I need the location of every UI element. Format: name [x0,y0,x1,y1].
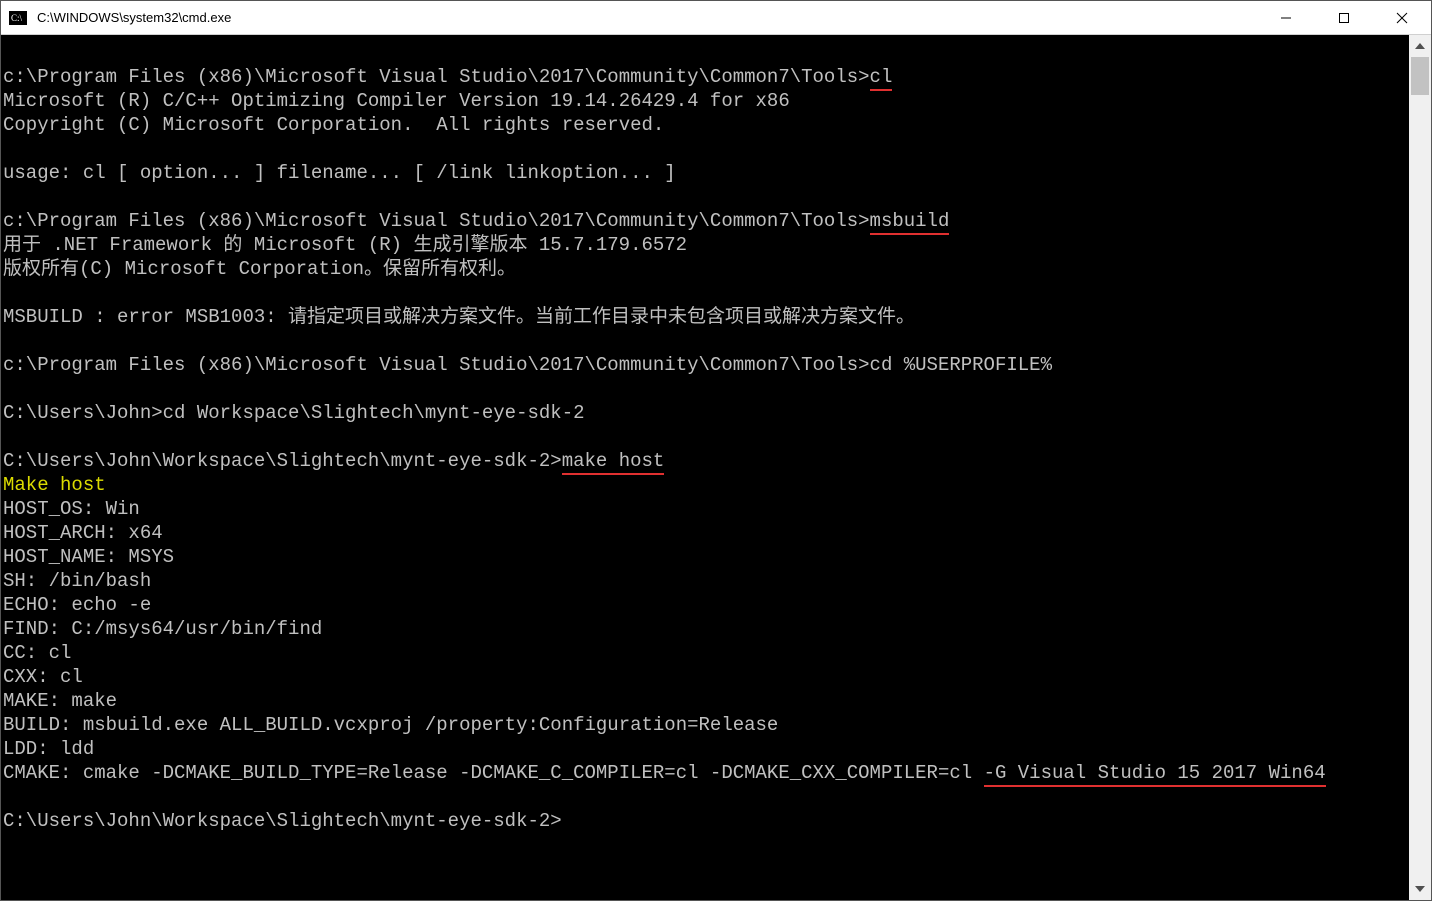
terminal-text: HOST_OS: Win [3,498,140,520]
terminal-text: FIND: C:/msys64/usr/bin/find [3,618,322,640]
titlebar[interactable]: C:\ C:\WINDOWS\system32\cmd.exe [1,1,1431,35]
terminal-line: 版权所有(C) Microsoft Corporation。保留所有权利。 [3,257,1409,281]
terminal-text: 用于 .NET Framework 的 Microsoft (R) 生成引擎版本… [3,234,687,256]
terminal-text: make host [562,450,665,475]
terminal-text: C:\Users\John>cd Workspace\Slightech\myn… [3,402,585,424]
terminal-text: MSBUILD : error MSB1003: 请指定项目或解决方案文件。当前… [3,306,915,328]
terminal-line: CC: cl [3,641,1409,665]
terminal-text: -G Visual Studio 15 2017 Win64 [984,762,1326,787]
terminal-line: Copyright (C) Microsoft Corporation. All… [3,113,1409,137]
terminal-text: BUILD: msbuild.exe ALL_BUILD.vcxproj /pr… [3,714,778,736]
terminal-text: Microsoft (R) C/C++ Optimizing Compiler … [3,90,790,112]
terminal-text: C:\Users\John\Workspace\Slightech\mynt-e… [3,810,562,832]
terminal-text: usage: cl [ option... ] filename... [ /l… [3,162,676,184]
terminal-line: HOST_ARCH: x64 [3,521,1409,545]
close-button[interactable] [1373,1,1431,35]
terminal-line: C:\Users\John>cd Workspace\Slightech\myn… [3,401,1409,425]
terminal-line: MAKE: make [3,689,1409,713]
terminal-line [3,785,1409,809]
terminal-line [3,425,1409,449]
terminal-line: C:\Users\John\Workspace\Slightech\mynt-e… [3,809,1409,833]
scroll-down-button[interactable] [1409,878,1431,900]
terminal-line: CXX: cl [3,665,1409,689]
terminal-line: HOST_OS: Win [3,497,1409,521]
terminal-line: c:\Program Files (x86)\Microsoft Visual … [3,209,1409,233]
terminal-text: C:\Users\John\Workspace\Slightech\mynt-e… [3,450,562,472]
maximize-button[interactable] [1315,1,1373,35]
terminal-text: ECHO: echo -e [3,594,151,616]
terminal-text: c:\Program Files (x86)\Microsoft Visual … [3,210,870,232]
terminal-line: MSBUILD : error MSB1003: 请指定项目或解决方案文件。当前… [3,305,1409,329]
terminal-text: msbuild [870,210,950,235]
terminal-line: HOST_NAME: MSYS [3,545,1409,569]
terminal-line [3,329,1409,353]
terminal-line: ECHO: echo -e [3,593,1409,617]
vertical-scrollbar[interactable] [1409,35,1431,900]
terminal-line: LDD: ldd [3,737,1409,761]
scroll-up-button[interactable] [1409,35,1431,57]
terminal-text: cl [870,66,893,91]
terminal-line: CMAKE: cmake -DCMAKE_BUILD_TYPE=Release … [3,761,1409,785]
terminal-line: FIND: C:/msys64/usr/bin/find [3,617,1409,641]
terminal-text: CC: cl [3,642,71,664]
svg-text:C:\: C:\ [11,13,23,23]
terminal-line [3,137,1409,161]
scrollbar-thumb[interactable] [1411,57,1429,95]
terminal-line [3,41,1409,65]
terminal-line: Make host [3,473,1409,497]
terminal-text: HOST_ARCH: x64 [3,522,163,544]
terminal-line: c:\Program Files (x86)\Microsoft Visual … [3,65,1409,89]
terminal-line [3,185,1409,209]
terminal-line: BUILD: msbuild.exe ALL_BUILD.vcxproj /pr… [3,713,1409,737]
terminal-output[interactable]: c:\Program Files (x86)\Microsoft Visual … [1,35,1409,900]
terminal-text: 版权所有(C) Microsoft Corporation。保留所有权利。 [3,258,516,280]
terminal-area: c:\Program Files (x86)\Microsoft Visual … [1,35,1431,900]
terminal-line: Microsoft (R) C/C++ Optimizing Compiler … [3,89,1409,113]
terminal-text: CMAKE: cmake -DCMAKE_BUILD_TYPE=Release … [3,762,984,784]
terminal-text: Make host [3,474,106,496]
terminal-line [3,281,1409,305]
cmd-window: C:\ C:\WINDOWS\system32\cmd.exe c:\Progr… [0,0,1432,901]
terminal-text: HOST_NAME: MSYS [3,546,174,568]
terminal-text: CXX: cl [3,666,83,688]
terminal-text: c:\Program Files (x86)\Microsoft Visual … [3,354,1052,376]
terminal-line [3,377,1409,401]
window-title: C:\WINDOWS\system32\cmd.exe [35,10,1257,25]
terminal-text: LDD: ldd [3,738,94,760]
terminal-text: c:\Program Files (x86)\Microsoft Visual … [3,66,870,88]
terminal-line: usage: cl [ option... ] filename... [ /l… [3,161,1409,185]
scrollbar-track[interactable] [1409,57,1431,878]
terminal-text: SH: /bin/bash [3,570,151,592]
terminal-line: C:\Users\John\Workspace\Slightech\mynt-e… [3,449,1409,473]
window-controls [1257,1,1431,35]
terminal-line: c:\Program Files (x86)\Microsoft Visual … [3,353,1409,377]
terminal-text: MAKE: make [3,690,117,712]
terminal-line: 用于 .NET Framework 的 Microsoft (R) 生成引擎版本… [3,233,1409,257]
app-icon: C:\ [1,11,35,25]
terminal-text: Copyright (C) Microsoft Corporation. All… [3,114,664,136]
minimize-button[interactable] [1257,1,1315,35]
terminal-line: SH: /bin/bash [3,569,1409,593]
